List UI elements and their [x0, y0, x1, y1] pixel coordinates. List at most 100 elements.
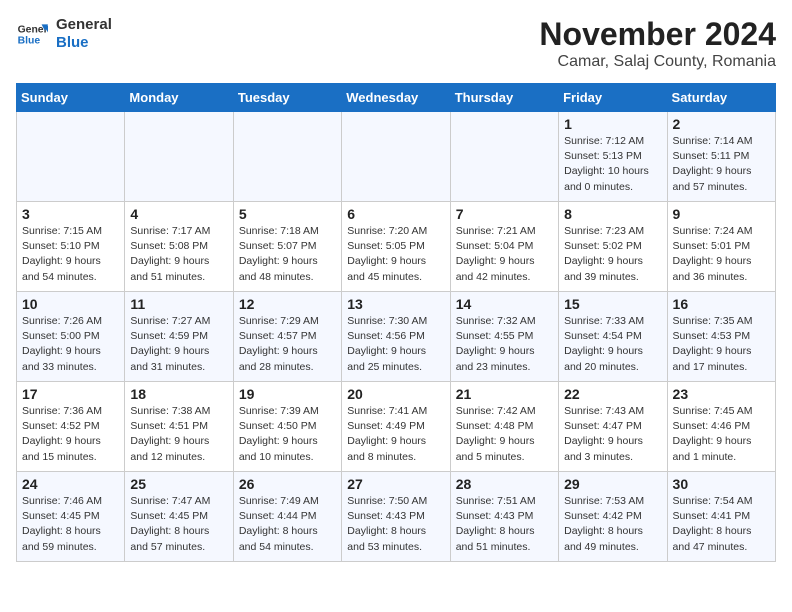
day-info: Sunrise: 7:32 AM Sunset: 4:55 PM Dayligh… — [456, 314, 553, 375]
day-number: 1 — [564, 116, 661, 132]
day-number: 3 — [22, 206, 119, 222]
day-number: 13 — [347, 296, 444, 312]
day-number: 14 — [456, 296, 553, 312]
day-cell: 30Sunrise: 7:54 AM Sunset: 4:41 PM Dayli… — [667, 472, 775, 562]
title-area: November 2024 Camar, Salaj County, Roman… — [539, 16, 776, 71]
column-header-friday: Friday — [559, 84, 667, 112]
day-number: 30 — [673, 476, 770, 492]
day-info: Sunrise: 7:12 AM Sunset: 5:13 PM Dayligh… — [564, 134, 661, 195]
day-number: 29 — [564, 476, 661, 492]
calendar-table: SundayMondayTuesdayWednesdayThursdayFrid… — [16, 83, 776, 562]
calendar-body: 1 Sunrise: 7:12 AM Sunset: 5:13 PM Daylig… — [17, 112, 776, 562]
day-cell: 24 Sunrise: 7:46 AM Sunset: 4:45 PM Dayli… — [17, 472, 125, 562]
day-number: 2 — [673, 116, 770, 132]
svg-text:Blue: Blue — [18, 36, 41, 47]
day-info: Sunrise: 7:36 AM Sunset: 4:52 PM Dayligh… — [22, 404, 119, 465]
day-cell: 3 Sunrise: 7:15 AM Sunset: 5:10 PM Daylig… — [17, 202, 125, 292]
day-cell: 14 Sunrise: 7:32 AM Sunset: 4:55 PM Dayli… — [450, 292, 558, 382]
logo-line1: General — [56, 16, 112, 34]
day-cell: 26 Sunrise: 7:49 AM Sunset: 4:44 PM Dayli… — [233, 472, 341, 562]
day-info: Sunrise: 7:53 AM Sunset: 4:42 PM Dayligh… — [564, 494, 661, 555]
day-cell — [233, 112, 341, 202]
column-header-thursday: Thursday — [450, 84, 558, 112]
day-info: Sunrise: 7:51 AM Sunset: 4:43 PM Dayligh… — [456, 494, 553, 555]
day-number: 15 — [564, 296, 661, 312]
day-cell: 4Sunrise: 7:17 AM Sunset: 5:08 PM Daylig… — [125, 202, 233, 292]
day-cell: 25Sunrise: 7:47 AM Sunset: 4:45 PM Dayli… — [125, 472, 233, 562]
day-cell: 11 Sunrise: 7:27 AM Sunset: 4:59 PM Dayli… — [125, 292, 233, 382]
day-cell: 10 Sunrise: 7:26 AM Sunset: 5:00 PM Dayli… — [17, 292, 125, 382]
day-cell: 22Sunrise: 7:43 AM Sunset: 4:47 PM Dayli… — [559, 382, 667, 472]
day-cell: 27Sunrise: 7:50 AM Sunset: 4:43 PM Dayli… — [342, 472, 450, 562]
week-row-4: 17 Sunrise: 7:36 AM Sunset: 4:52 PM Dayli… — [17, 382, 776, 472]
day-cell: 16Sunrise: 7:35 AM Sunset: 4:53 PM Dayli… — [667, 292, 775, 382]
header: General Blue General Blue November 2024 … — [16, 16, 776, 71]
day-cell: 28 Sunrise: 7:51 AM Sunset: 4:43 PM Dayli… — [450, 472, 558, 562]
day-number: 26 — [239, 476, 336, 492]
day-number: 8 — [564, 206, 661, 222]
day-number: 10 — [22, 296, 119, 312]
calendar-header-row: SundayMondayTuesdayWednesdayThursdayFrid… — [17, 84, 776, 112]
day-info: Sunrise: 7:50 AM Sunset: 4:43 PM Dayligh… — [347, 494, 444, 555]
day-number: 5 — [239, 206, 336, 222]
day-number: 16 — [673, 296, 770, 312]
day-number: 19 — [239, 386, 336, 402]
day-cell: 15 Sunrise: 7:33 AM Sunset: 4:54 PM Dayli… — [559, 292, 667, 382]
logo-line2: Blue — [56, 34, 112, 52]
day-number: 6 — [347, 206, 444, 222]
day-cell: 23 Sunrise: 7:45 AM Sunset: 4:46 PM Dayli… — [667, 382, 775, 472]
day-info: Sunrise: 7:38 AM Sunset: 4:51 PM Dayligh… — [130, 404, 227, 465]
day-info: Sunrise: 7:42 AM Sunset: 4:48 PM Dayligh… — [456, 404, 553, 465]
day-number: 20 — [347, 386, 444, 402]
day-number: 11 — [130, 296, 227, 312]
day-info: Sunrise: 7:26 AM Sunset: 5:00 PM Dayligh… — [22, 314, 119, 375]
day-info: Sunrise: 7:20 AM Sunset: 5:05 PM Dayligh… — [347, 224, 444, 285]
day-number: 21 — [456, 386, 553, 402]
day-cell: 9Sunrise: 7:24 AM Sunset: 5:01 PM Daylig… — [667, 202, 775, 292]
subtitle: Camar, Salaj County, Romania — [539, 53, 776, 71]
day-info: Sunrise: 7:45 AM Sunset: 4:46 PM Dayligh… — [673, 404, 770, 465]
day-cell — [17, 112, 125, 202]
day-number: 17 — [22, 386, 119, 402]
day-cell: 1 Sunrise: 7:12 AM Sunset: 5:13 PM Daylig… — [559, 112, 667, 202]
day-number: 7 — [456, 206, 553, 222]
day-cell — [450, 112, 558, 202]
day-cell: 6 Sunrise: 7:20 AM Sunset: 5:05 PM Daylig… — [342, 202, 450, 292]
day-number: 28 — [456, 476, 553, 492]
day-number: 4 — [130, 206, 227, 222]
logo: General Blue General Blue — [16, 16, 112, 52]
day-info: Sunrise: 7:21 AM Sunset: 5:04 PM Dayligh… — [456, 224, 553, 285]
week-row-5: 24 Sunrise: 7:46 AM Sunset: 4:45 PM Dayli… — [17, 472, 776, 562]
day-cell: 8Sunrise: 7:23 AM Sunset: 5:02 PM Daylig… — [559, 202, 667, 292]
day-cell: 17 Sunrise: 7:36 AM Sunset: 4:52 PM Dayli… — [17, 382, 125, 472]
day-info: Sunrise: 7:46 AM Sunset: 4:45 PM Dayligh… — [22, 494, 119, 555]
week-row-2: 3 Sunrise: 7:15 AM Sunset: 5:10 PM Daylig… — [17, 202, 776, 292]
day-cell: 18 Sunrise: 7:38 AM Sunset: 4:51 PM Dayli… — [125, 382, 233, 472]
column-header-monday: Monday — [125, 84, 233, 112]
day-info: Sunrise: 7:33 AM Sunset: 4:54 PM Dayligh… — [564, 314, 661, 375]
day-info: Sunrise: 7:27 AM Sunset: 4:59 PM Dayligh… — [130, 314, 227, 375]
day-cell: 2Sunrise: 7:14 AM Sunset: 5:11 PM Daylig… — [667, 112, 775, 202]
day-info: Sunrise: 7:24 AM Sunset: 5:01 PM Dayligh… — [673, 224, 770, 285]
column-header-tuesday: Tuesday — [233, 84, 341, 112]
day-number: 23 — [673, 386, 770, 402]
logo-icon: General Blue — [16, 18, 48, 50]
day-cell: 13 Sunrise: 7:30 AM Sunset: 4:56 PM Dayli… — [342, 292, 450, 382]
day-cell: 19 Sunrise: 7:39 AM Sunset: 4:50 PM Dayli… — [233, 382, 341, 472]
day-cell — [125, 112, 233, 202]
day-info: Sunrise: 7:43 AM Sunset: 4:47 PM Dayligh… — [564, 404, 661, 465]
day-info: Sunrise: 7:39 AM Sunset: 4:50 PM Dayligh… — [239, 404, 336, 465]
day-info: Sunrise: 7:29 AM Sunset: 4:57 PM Dayligh… — [239, 314, 336, 375]
day-cell: 5Sunrise: 7:18 AM Sunset: 5:07 PM Daylig… — [233, 202, 341, 292]
week-row-3: 10 Sunrise: 7:26 AM Sunset: 5:00 PM Dayli… — [17, 292, 776, 382]
day-info: Sunrise: 7:49 AM Sunset: 4:44 PM Dayligh… — [239, 494, 336, 555]
day-cell: 7 Sunrise: 7:21 AM Sunset: 5:04 PM Daylig… — [450, 202, 558, 292]
column-header-sunday: Sunday — [17, 84, 125, 112]
day-number: 25 — [130, 476, 227, 492]
day-number: 18 — [130, 386, 227, 402]
day-number: 24 — [22, 476, 119, 492]
day-info: Sunrise: 7:30 AM Sunset: 4:56 PM Dayligh… — [347, 314, 444, 375]
day-cell: 29 Sunrise: 7:53 AM Sunset: 4:42 PM Dayli… — [559, 472, 667, 562]
day-info: Sunrise: 7:15 AM Sunset: 5:10 PM Dayligh… — [22, 224, 119, 285]
day-cell: 21 Sunrise: 7:42 AM Sunset: 4:48 PM Dayli… — [450, 382, 558, 472]
